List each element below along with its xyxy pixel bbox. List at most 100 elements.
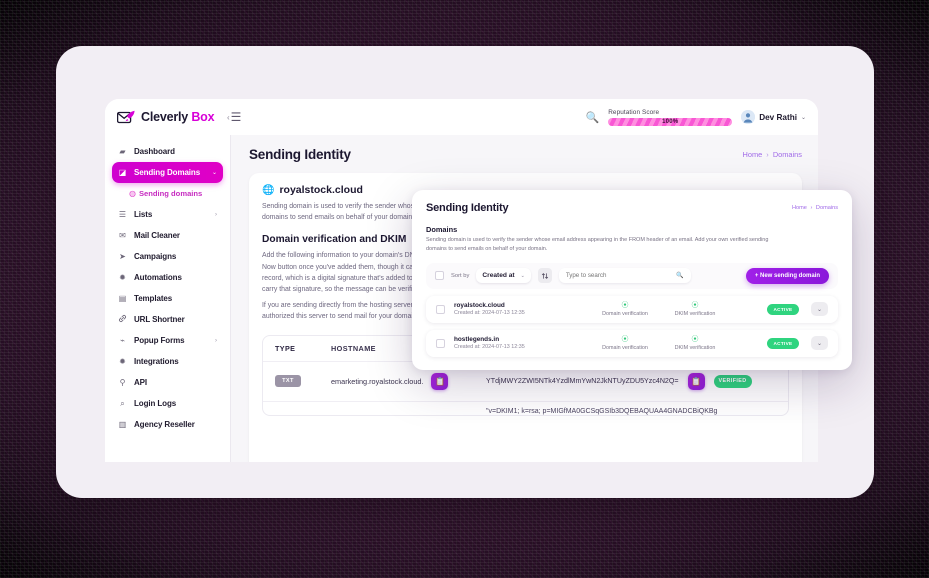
lists-icon: ☰ bbox=[118, 209, 127, 219]
dkim-verification-status: ⦿ DKIM verification bbox=[660, 336, 730, 351]
chevron-left-icon: ‹ bbox=[227, 112, 230, 122]
sort-by-select[interactable]: Created at ⌄ bbox=[476, 268, 531, 284]
reputation-label: Reputation Score bbox=[608, 108, 660, 116]
popup-forms-icon: ⌁ bbox=[120, 335, 125, 345]
new-sending-domain-button[interactable]: + New sending domain bbox=[745, 267, 829, 284]
sidebar-item-integrations[interactable]: ✹ Integrations bbox=[112, 351, 223, 372]
link-icon bbox=[118, 314, 127, 325]
record-hostname-value: emarketing.royalstock.cloud. bbox=[331, 376, 424, 386]
sidebar-item-url-shortner[interactable]: URL Shortner bbox=[112, 309, 223, 330]
status-badge: VERIFIED bbox=[713, 374, 752, 388]
hamburger-icon: ☰ bbox=[230, 110, 242, 124]
dkim-record-row: "v=DKIM1; k=rsa; p=MIGfMA0GCSqGSIb3DQEBA… bbox=[263, 400, 788, 415]
check-circle-icon: ⦿ bbox=[621, 335, 629, 343]
sidebar-item-automations[interactable]: ✹ Automations bbox=[112, 267, 223, 288]
overlay-section-description: Sending domain is used to verify the sen… bbox=[426, 237, 769, 252]
sidebar-item-agency-reseller[interactable]: ▥ Agency Reseller bbox=[112, 414, 223, 435]
check-circle-icon: ⦿ bbox=[691, 301, 699, 309]
check-circle-icon: ⦿ bbox=[621, 301, 629, 309]
status-badge: ACTIVE bbox=[767, 303, 799, 315]
record-type-badge: TXT bbox=[275, 375, 301, 387]
record-hostname-cell: emarketing.royalstock.cloud. 📋 bbox=[331, 372, 486, 390]
sidebar-item-lists[interactable]: ☰ Lists › bbox=[112, 204, 223, 225]
domain-row-name: hostlegends.in bbox=[454, 335, 500, 343]
row-checkbox[interactable] bbox=[436, 304, 445, 314]
status-badge: ACTIVE bbox=[767, 337, 799, 349]
sidebar-item-sending-domains[interactable]: ◪ Sending Domains ⌄ bbox=[112, 162, 223, 183]
breadcrumb-home[interactable]: Home bbox=[792, 205, 807, 211]
select-all-checkbox[interactable] bbox=[435, 271, 444, 281]
record-type-cell: TXT bbox=[275, 375, 331, 387]
campaigns-icon: ➤ bbox=[119, 251, 126, 261]
reputation-value: 100% bbox=[662, 118, 679, 125]
reputation-progress-bar: 100% bbox=[608, 117, 733, 126]
breadcrumb-current: Domains bbox=[815, 205, 838, 211]
sidebar-item-label: API bbox=[134, 378, 148, 387]
search-icon[interactable]: 🔍 bbox=[586, 111, 600, 124]
sidebar-item-label: Mail Cleaner bbox=[134, 231, 180, 240]
sidebar-item-label: Lists bbox=[134, 210, 153, 219]
sort-by-value: Created at bbox=[482, 272, 515, 280]
top-bar-right: 🔍 Reputation Score 100% Dev Rathi ⌄ bbox=[586, 109, 819, 126]
overlay-toolbar: Sort by Created at ⌄ 🔍 + New sending dom… bbox=[426, 262, 838, 289]
api-icon: ⚲ bbox=[119, 377, 126, 387]
chevron-down-icon[interactable]: ⌄ bbox=[811, 302, 828, 317]
search-input[interactable] bbox=[565, 272, 677, 280]
sidebar-item-dashboard[interactable]: ▰ Dashboard bbox=[112, 141, 223, 162]
templates-icon: ▤ bbox=[118, 293, 127, 303]
breadcrumb-home[interactable]: Home bbox=[743, 150, 763, 159]
dkim-verification-status: ⦿ DKIM verification bbox=[660, 302, 730, 317]
domain-verification-status: ⦿ Domain verification bbox=[590, 302, 660, 317]
dkim-verification-label: DKIM verification bbox=[674, 310, 716, 317]
globe-icon: 🌐 bbox=[262, 184, 275, 196]
sidebar-item-api[interactable]: ⚲ API bbox=[112, 372, 223, 393]
sidebar-item-label: Dashboard bbox=[134, 147, 175, 156]
sidebar-item-label: Automations bbox=[134, 273, 182, 282]
overlay-header: Sending Identity Home › Domains bbox=[426, 202, 838, 214]
sidebar-item-mail-cleaner[interactable]: ✉ Mail Cleaner bbox=[112, 225, 223, 246]
copy-icon[interactable]: 📋 bbox=[431, 372, 449, 390]
sidebar-item-login-logs[interactable]: ⌕ Login Logs bbox=[112, 393, 223, 414]
top-bar: Cleverly Box ‹ ☰ 🔍 Reputation Score 100%… bbox=[105, 99, 818, 135]
domain-list-row[interactable]: hostlegends.in Created at: 2024-07-13 12… bbox=[426, 329, 838, 357]
sidebar-item-popup-forms[interactable]: ⌁ Popup Forms › bbox=[112, 330, 223, 351]
breadcrumb-separator: › bbox=[766, 150, 769, 159]
overlay-title: Sending Identity bbox=[426, 202, 509, 214]
chevron-right-icon: › bbox=[215, 337, 217, 344]
sidebar-item-campaigns[interactable]: ➤ Campaigns bbox=[112, 246, 223, 267]
sidebar-item-templates[interactable]: ▤ Templates bbox=[112, 288, 223, 309]
chevron-down-icon: ⌄ bbox=[520, 272, 525, 279]
sort-arrows-icon[interactable] bbox=[537, 268, 552, 284]
sidebar-toggle[interactable]: ‹ ☰ bbox=[227, 110, 241, 124]
domain-row-created: Created at: 2024-07-13 12:35 bbox=[454, 344, 525, 351]
search-box[interactable]: 🔍 bbox=[558, 268, 691, 284]
agency-reseller-icon: ▥ bbox=[118, 419, 127, 429]
sidebar-item-label: Login Logs bbox=[134, 399, 177, 408]
copy-icon[interactable]: 📋 bbox=[687, 372, 705, 390]
sidebar: ▰ Dashboard ◪ Sending Domains ⌄ ◍ Sendin… bbox=[105, 135, 231, 462]
record-value-text: YTdjMWY2ZWI5NTk4YzdlMmYwN2JkNTUyZDU5Yzc4… bbox=[486, 377, 679, 385]
chevron-down-icon: ⌄ bbox=[211, 170, 217, 176]
automations-icon: ✹ bbox=[119, 272, 126, 282]
domain-verification-status: ⦿ Domain verification bbox=[590, 336, 660, 351]
domain-list-row[interactable]: royalstock.cloud Created at: 2024-07-13 … bbox=[426, 295, 838, 323]
user-menu[interactable]: Dev Rathi ⌄ bbox=[741, 110, 806, 124]
brand-logo-area[interactable]: Cleverly Box bbox=[105, 110, 227, 125]
overlay-section-title: Domains bbox=[426, 225, 458, 234]
breadcrumb-separator: › bbox=[810, 205, 813, 211]
sidebar-item-label: Integrations bbox=[134, 357, 179, 366]
domain-row-info: royalstock.cloud Created at: 2024-07-13 … bbox=[454, 302, 590, 317]
chevron-down-icon[interactable]: ⌄ bbox=[811, 336, 828, 351]
globe-pink-icon: ◍ bbox=[129, 189, 136, 198]
chevron-down-icon: ⌄ bbox=[800, 114, 806, 121]
check-circle-icon: ⦿ bbox=[691, 335, 699, 343]
page-header: Sending Identity Home › Domains bbox=[249, 147, 802, 162]
search-icon: 🔍 bbox=[676, 273, 684, 280]
brand-name: Cleverly Box bbox=[141, 110, 215, 124]
domain-row-name: royalstock.cloud bbox=[454, 301, 505, 309]
breadcrumb: Home › Domains bbox=[743, 150, 802, 159]
sidebar-subitem-sending-domains[interactable]: ◍ Sending domains bbox=[129, 186, 223, 201]
row-checkbox[interactable] bbox=[436, 338, 445, 348]
user-name: Dev Rathi bbox=[759, 112, 797, 122]
login-logs-icon: ⌕ bbox=[120, 398, 125, 408]
